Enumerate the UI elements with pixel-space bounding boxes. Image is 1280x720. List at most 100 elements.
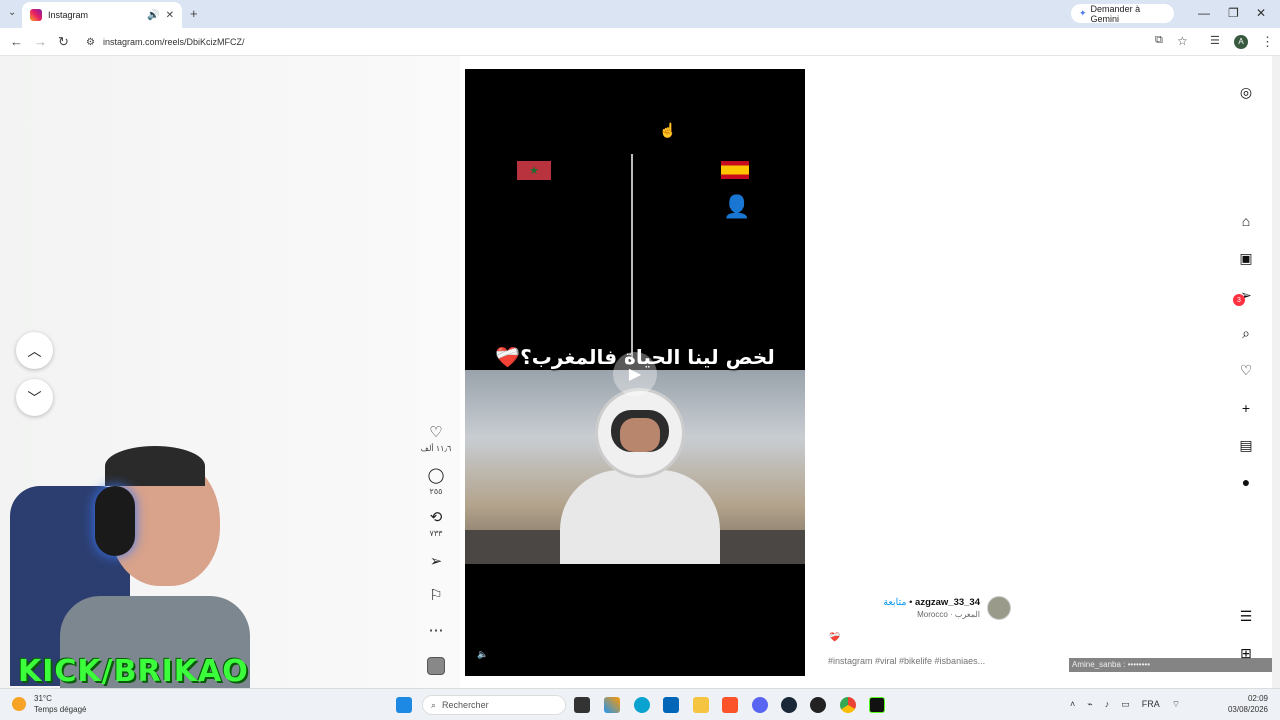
repost-action[interactable]: ⟲ ٧٣٣ [418, 509, 454, 538]
tab-close-icon[interactable]: ✕ [166, 10, 174, 21]
speaker-icon[interactable]: 🔊 [147, 10, 159, 21]
extensions-icon[interactable]: ☰ [1210, 34, 1220, 47]
windows-start-icon[interactable] [396, 697, 412, 713]
network-icon[interactable]: ⌁ [1087, 699, 1092, 710]
menu-kebab-icon[interactable]: ⋮ [1261, 34, 1274, 50]
author-line: متابعة • azgzaw_33_34 [883, 597, 980, 608]
more-menu-icon[interactable]: ☰ [1236, 606, 1256, 626]
chevron-up-icon[interactable]: ˄ [1070, 699, 1075, 710]
task-view-icon[interactable] [574, 697, 590, 713]
microphone-icon[interactable]: ♪ [1105, 699, 1110, 710]
wifi-icon[interactable]: ⌔ [1172, 699, 1180, 710]
bookmark-star-icon[interactable]: ☆ [1177, 34, 1188, 48]
search-icon[interactable]: ⌕ [1236, 323, 1256, 343]
system-tray: ˄ ⌁ ♪ ▭ FRA ⌔ [1070, 699, 1180, 710]
streamer-hair [105, 446, 205, 486]
tab-search-icon[interactable]: ⌄ [8, 7, 16, 18]
comment-action[interactable]: ◯ ٢٥٥ [418, 467, 454, 496]
minimize-button[interactable]: — [1198, 6, 1210, 20]
profile-avatar[interactable]: A [1234, 35, 1248, 49]
edge-icon[interactable] [634, 697, 650, 713]
mute-button[interactable]: 🔈 [477, 649, 488, 660]
home-icon[interactable]: ⌂ [1236, 211, 1256, 231]
post-author: متابعة • azgzaw_33_34 Morocco · المغرب [860, 594, 1015, 622]
restore-button[interactable]: ❐ [1228, 6, 1239, 20]
share-action[interactable]: ➢ [418, 553, 454, 571]
instagram-page: ︿ ﹀ KICK/BRIKAO ♡ ١١٫٦ ألف ◯ ٢٥٥ ⟲ ٧٣٣ ➢… [0, 56, 1280, 688]
weather-sun-icon[interactable] [12, 697, 26, 711]
username-link[interactable]: azgzaw_33_34 [915, 597, 980, 608]
reel-video[interactable]: ★ 👤 لخص لينا الحياة فالمغرب؟❤️‍🩹 ▶ 🔈 ☝ [465, 69, 805, 676]
instagram-logo-icon[interactable]: ◎ [1236, 82, 1256, 102]
kick-app-icon[interactable] [869, 697, 885, 713]
like-count: ١١٫٦ ألف [420, 444, 452, 453]
like-action[interactable]: ♡ ١١٫٦ ألف [418, 424, 454, 453]
site-info-icon[interactable]: ⚙ [86, 37, 95, 48]
weather-condition: Temps dégagé [34, 705, 87, 714]
reels-icon[interactable]: ▣ [1236, 248, 1256, 268]
gemini-button[interactable]: ✦ Demander à Gemini [1071, 3, 1174, 24]
headphones [95, 486, 135, 556]
next-reel-button[interactable]: ﹀ [16, 379, 53, 416]
gemini-label: Demander à Gemini [1090, 3, 1141, 24]
bookmark-icon[interactable]: ⚐ [418, 587, 454, 605]
previous-reel-button[interactable]: ︿ [16, 332, 53, 369]
store-icon[interactable] [663, 697, 679, 713]
language-indicator[interactable]: FRA [1142, 699, 1160, 710]
more-options-action[interactable]: ⋯ [418, 622, 454, 640]
rider-jacket [560, 470, 720, 564]
notifications-heart-icon[interactable]: ♡ [1236, 360, 1256, 380]
clock-time: 02:09 [1247, 694, 1268, 703]
spain-flag-icon [721, 161, 749, 179]
obs-icon[interactable] [810, 697, 826, 713]
reload-icon[interactable]: ↻ [58, 34, 69, 50]
copilot-icon[interactable] [604, 697, 620, 713]
profile-avatar-icon[interactable]: ● [1236, 472, 1256, 492]
taskbar-clock[interactable]: 02:09 03/08/2026 [1222, 693, 1268, 715]
location-text[interactable]: Morocco · المغرب [917, 610, 980, 619]
keyboard-icon[interactable]: ▭ [1121, 699, 1130, 710]
discord-icon[interactable] [752, 697, 768, 713]
file-explorer-icon[interactable] [693, 697, 709, 713]
audio-thumbnail[interactable] [427, 657, 445, 675]
new-tab-button[interactable]: + [190, 6, 198, 21]
create-plus-icon[interactable]: + [1236, 398, 1256, 418]
dashboard-icon[interactable]: ▤ [1236, 435, 1256, 455]
hashtags-text[interactable]: #instagram #viral #bikelife #isbaniaes..… [828, 656, 985, 666]
clock-date: 03/08/2026 [1227, 705, 1268, 714]
page-scrollbar[interactable] [1272, 56, 1280, 688]
steam-icon[interactable] [781, 697, 797, 713]
more-dots-icon[interactable]: ⋯ [418, 622, 454, 640]
rider-face [620, 418, 660, 452]
notification-badge: 3 [1233, 294, 1245, 306]
repost-icon[interactable]: ⟲ [418, 509, 454, 527]
back-arrow-icon[interactable]: ← [10, 34, 23, 49]
weather-widget[interactable]: 31°C Temps dégagé [34, 693, 104, 715]
brave-icon[interactable] [722, 697, 738, 713]
chevron-down-icon: ﹀ [27, 389, 42, 406]
save-action[interactable]: ⚐ [418, 587, 454, 605]
close-window-button[interactable]: ✕ [1256, 6, 1266, 20]
url-text: instagram.com/reels/DbiKcizMFCZ/ [102, 37, 245, 47]
repost-count: ٧٣٣ [429, 529, 443, 538]
tab-instagram[interactable]: Instagram 🔊 ✕ [22, 2, 182, 28]
heart-icon[interactable]: ♡ [418, 424, 454, 442]
chrome-icon[interactable] [840, 697, 856, 713]
person-silhouette-icon: 👤 [723, 194, 751, 219]
forward-arrow-icon[interactable]: → [34, 34, 47, 49]
author-avatar[interactable] [987, 596, 1011, 620]
speaker-icon: 🔈 [477, 649, 489, 659]
comment-bubble-icon[interactable]: ◯ [418, 467, 454, 485]
tab-title: Instagram [48, 10, 89, 20]
search-placeholder: Rechercher [442, 700, 489, 710]
stream-chat-overlay: Amine_sanba : •••••••• [1069, 658, 1280, 672]
send-plane-icon[interactable]: ➢ [418, 553, 454, 571]
streamer-webcam-overlay: KICK/BRIKAO [0, 446, 290, 688]
address-bar[interactable]: ⚙ instagram.com/reels/DbiKcizMFCZ/ [80, 31, 1200, 53]
browser-toolbar: ← → ↻ ⚙ instagram.com/reels/DbiKcizMFCZ/… [0, 28, 1280, 56]
follow-button[interactable]: متابعة [883, 597, 906, 608]
install-app-icon[interactable]: ⧉ [1155, 34, 1163, 47]
taskbar-search[interactable]: ⌕ Rechercher [422, 695, 566, 715]
browser-tab-strip: ⌄ Instagram 🔊 ✕ + ✦ Demander à Gemini — … [0, 0, 1280, 28]
play-button[interactable]: ▶ [613, 352, 657, 396]
